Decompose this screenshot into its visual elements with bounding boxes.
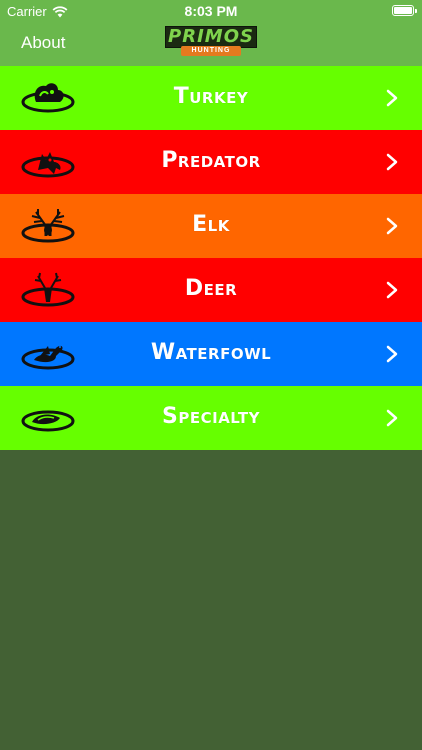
category-label-elk: Elk [192,212,230,237]
empty-content-area [0,450,422,750]
logo-sub-text: HUNTING [181,46,241,56]
about-button[interactable]: About [21,33,65,53]
category-row-waterfowl[interactable]: Waterfowl [0,322,422,386]
category-label-predator: Predator [161,148,261,173]
chevron-right-icon [386,281,398,299]
category-label-deer: Deer [184,276,238,301]
category-label-specialty: Specialty [162,404,260,429]
chevron-right-icon [386,217,398,235]
category-label-waterfowl: Waterfowl [150,340,272,365]
chevron-right-icon [386,153,398,171]
battery-icon [392,5,417,16]
category-list: Turkey Predator Elk Deer Waterfowl Speci… [0,66,422,450]
app-header: Carrier 8:03 PM About PRIMOS HUNTING [0,0,422,66]
category-row-specialty[interactable]: Specialty [0,386,422,450]
chevron-right-icon [386,89,398,107]
chevron-right-icon [386,345,398,363]
status-time: 8:03 PM [184,3,238,19]
logo-brand-text: PRIMOS [165,26,257,48]
category-label-turkey: Turkey [173,84,249,109]
category-row-deer[interactable]: Deer [0,258,422,322]
category-row-elk[interactable]: Elk [0,194,422,258]
category-row-turkey[interactable]: Turkey [0,66,422,130]
status-bar: Carrier 8:03 PM [0,0,422,22]
primos-logo: PRIMOS HUNTING [165,26,257,58]
category-row-predator[interactable]: Predator [0,130,422,194]
chevron-right-icon [386,409,398,427]
